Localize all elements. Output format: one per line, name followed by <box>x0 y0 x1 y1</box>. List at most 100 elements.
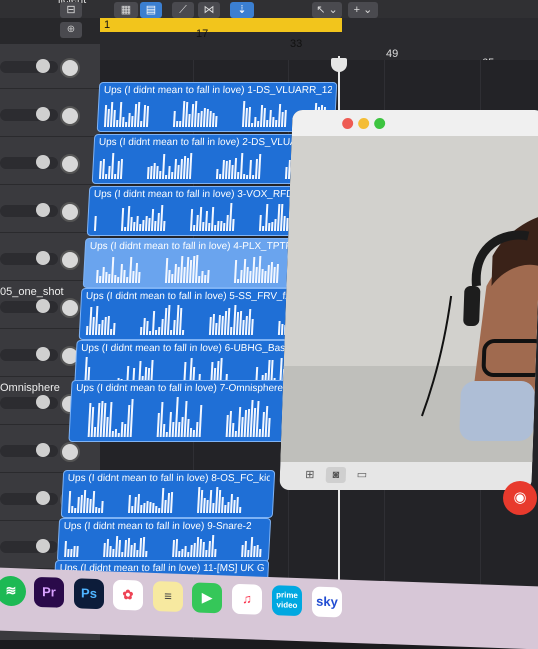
add-track-button[interactable]: ⊕ <box>60 22 82 38</box>
flex-icon: ⋈ <box>203 4 215 16</box>
volume-slider-thumb[interactable] <box>36 299 50 313</box>
person-icon: ◙ <box>332 469 340 481</box>
folder-icon: ⊟ <box>66 4 76 16</box>
volume-slider-thumb[interactable] <box>36 347 50 361</box>
music-app[interactable]: ♫ <box>232 583 262 615</box>
track-header[interactable] <box>0 92 100 137</box>
person-video <box>280 136 538 462</box>
volume-slider[interactable] <box>0 491 58 505</box>
facetime-window: ⊞ ◙ ▭ <box>279 110 538 490</box>
pan-knob[interactable] <box>60 154 80 174</box>
spotify-icon: ≋ <box>5 582 17 599</box>
premiere-app[interactable]: Pr <box>34 576 64 608</box>
volume-slider-thumb[interactable] <box>36 59 50 73</box>
volume-slider-thumb[interactable] <box>36 251 50 265</box>
waveform <box>68 487 267 513</box>
grid-icon: ▦ <box>120 4 132 16</box>
waveform <box>90 255 315 283</box>
pan-knob[interactable] <box>60 442 80 462</box>
volume-slider[interactable] <box>0 251 58 265</box>
volume-slider-thumb[interactable] <box>36 107 50 121</box>
sky-app[interactable]: sky <box>312 586 342 618</box>
track-header[interactable] <box>0 188 100 233</box>
ruler-bar-33: 33 <box>290 38 303 50</box>
list-icon: ▤ <box>145 4 157 16</box>
zoom-window-button[interactable] <box>373 118 386 129</box>
music-note-icon: ♫ <box>242 591 252 607</box>
volume-slider-thumb[interactable] <box>36 443 50 457</box>
catch-button[interactable]: ⇣ <box>230 2 254 18</box>
pan-knob[interactable] <box>60 250 80 270</box>
region-label: Ups (I didnt mean to fall in love) 1-DS_… <box>103 85 333 96</box>
list-view-button[interactable]: ▤ <box>140 2 162 18</box>
camera-icon: ◉ <box>513 489 527 506</box>
volume-slider[interactable] <box>0 299 58 313</box>
volume-slider[interactable] <box>0 203 58 217</box>
prime-video-app[interactable]: prime video <box>272 585 302 617</box>
ruler-bar-1: 1 <box>104 19 111 31</box>
close-window-button[interactable] <box>341 118 354 129</box>
region-label: Ups (I didnt mean to fall in love) 4-PLX… <box>89 241 319 252</box>
volume-slider[interactable] <box>0 155 58 169</box>
add-tool-menu[interactable]: + ⌄ <box>348 2 378 18</box>
add-track-icon: ⊕ <box>66 24 76 35</box>
volume-slider[interactable] <box>0 347 58 361</box>
pan-knob[interactable] <box>60 106 80 126</box>
volume-slider-thumb[interactable] <box>36 539 50 553</box>
region-label: Ups (I didnt mean to fall in love) 8-OS_… <box>67 473 271 484</box>
volume-slider-thumb[interactable] <box>36 395 50 409</box>
volume-slider[interactable] <box>0 59 58 73</box>
minimize-window-button[interactable] <box>357 118 370 129</box>
facetime-icon: ▶ <box>202 589 212 606</box>
track-header[interactable] <box>0 44 100 89</box>
grid-layout-button[interactable]: ⊞ <box>300 467 321 483</box>
grid-layout-icon: ⊞ <box>305 469 315 481</box>
region-label: Ups (I didnt mean to fall in love) 9-Sna… <box>63 521 252 532</box>
camera-preview <box>280 136 538 462</box>
audio-region[interactable]: Ups (I didnt mean to fall in love) 9-Sna… <box>56 518 272 562</box>
person-view-button[interactable]: ◙ <box>325 467 347 483</box>
volume-slider[interactable] <box>0 107 58 121</box>
video-camera-icon: ▭ <box>356 469 368 481</box>
video-button[interactable]: ▭ <box>352 467 373 483</box>
track-name: Omnisphere <box>0 382 60 394</box>
flex-button[interactable]: ⋈ <box>198 2 220 18</box>
audio-region[interactable]: Ups (I didnt mean to fall in love) 5-SS_… <box>78 288 320 340</box>
ruler-bar-49: 49 <box>386 48 399 60</box>
toolbar: licient ⊟ ▦ ▤ ⟋ ⋈ ⇣ ↖ ⌄ + ⌄ <box>0 0 538 18</box>
volume-slider-thumb[interactable] <box>36 155 50 169</box>
waveform <box>64 535 263 557</box>
region-label: Ups (I didnt mean to fall in love) 6-UBH… <box>80 343 306 354</box>
notes-app[interactable]: ≡ <box>153 580 183 612</box>
region-label: Ups (I didnt mean to fall in love) 5-SS_… <box>85 291 315 302</box>
cycle-region[interactable] <box>100 18 342 32</box>
volume-slider-thumb[interactable] <box>36 203 50 217</box>
photoshop-app[interactable]: Ps <box>74 578 104 610</box>
facetime-titlebar[interactable] <box>291 110 538 136</box>
facetime-app[interactable]: ▶ <box>192 582 222 614</box>
automation-icon: ⟋ <box>179 4 187 16</box>
pointer-tool-menu[interactable]: ↖ ⌄ <box>312 2 342 18</box>
pan-knob[interactable] <box>60 58 80 78</box>
pan-knob[interactable] <box>60 202 80 222</box>
volume-slider[interactable] <box>0 395 58 409</box>
automation-button[interactable]: ⟋ <box>172 2 194 18</box>
volume-slider[interactable] <box>0 443 58 457</box>
audio-region[interactable]: Ups (I didnt mean to fall in love) 8-OS_… <box>60 470 276 518</box>
folder-button[interactable]: ⊟ <box>60 2 82 18</box>
ruler-bar-17: 17 <box>196 28 209 40</box>
pan-knob[interactable] <box>60 298 80 318</box>
catch-icon: ⇣ <box>237 4 247 16</box>
track-header[interactable] <box>0 140 100 185</box>
photos-icon: ✿ <box>122 586 134 603</box>
audio-region[interactable]: Ups (I didnt mean to fall in love) 7-Omn… <box>68 380 304 442</box>
photos-app[interactable]: ✿ <box>113 579 143 611</box>
capture-button[interactable]: ◉ <box>503 481 537 515</box>
volume-slider[interactable] <box>0 539 58 553</box>
notes-icon: ≡ <box>164 588 172 604</box>
region-label: Ups (I didnt mean to fall in love) 3-VOX… <box>93 189 319 200</box>
grid-view-button[interactable]: ▦ <box>114 2 138 18</box>
track-name: 05_one_shot <box>0 286 64 298</box>
volume-slider-thumb[interactable] <box>36 491 50 505</box>
spotify-app[interactable]: ≋ <box>0 575 26 607</box>
